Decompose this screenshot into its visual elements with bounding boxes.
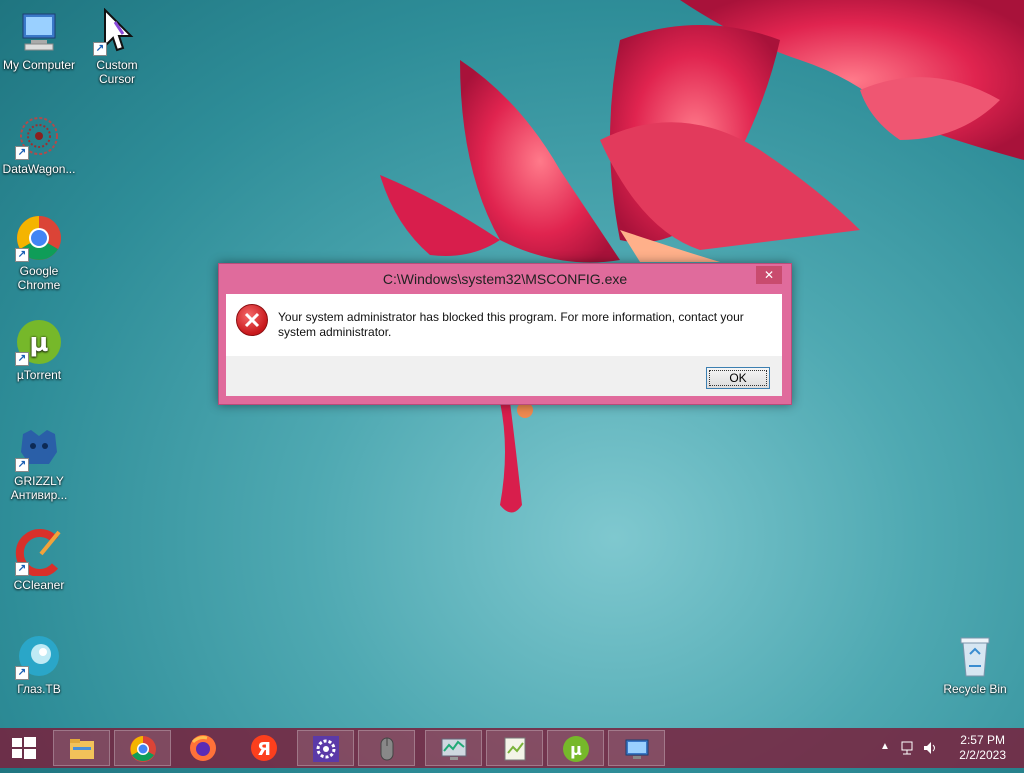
dialog-titlebar[interactable]: C:\Windows\system32\MSCONFIG.exe ✕ bbox=[219, 264, 791, 294]
settings-gear-icon bbox=[313, 736, 339, 762]
taskbar-remote-desktop[interactable] bbox=[608, 730, 665, 766]
computer-icon bbox=[15, 8, 63, 56]
taskbar-firefox[interactable] bbox=[175, 730, 232, 766]
shortcut-arrow-icon: ↗ bbox=[15, 248, 29, 262]
chrome-icon bbox=[130, 736, 156, 762]
taskbar-system-monitor[interactable] bbox=[425, 730, 482, 766]
desktop-icon-ccleaner[interactable]: ↗ CCleaner bbox=[0, 528, 78, 592]
desktop-icon-label: Recycle Bin bbox=[943, 682, 1007, 696]
desktop-icon-utorrent[interactable]: µ ↗ µTorrent bbox=[0, 318, 78, 382]
desktop-icon-custom-cursor[interactable]: ↗ Custom Cursor bbox=[78, 7, 156, 86]
shortcut-arrow-icon: ↗ bbox=[15, 562, 29, 576]
error-icon bbox=[236, 304, 268, 336]
taskbar: Я µ ▲ 2:57 PM 2/2/2023 bbox=[0, 728, 1024, 768]
taskbar-mouse[interactable] bbox=[358, 730, 415, 766]
file-explorer-icon bbox=[70, 739, 94, 759]
yandex-icon: Я bbox=[251, 735, 277, 761]
svg-text:µ: µ bbox=[29, 328, 48, 358]
desktop-icon-label: µTorrent bbox=[16, 368, 62, 382]
clock-time: 2:57 PM bbox=[960, 733, 1005, 747]
glaz-tv-icon: ↗ bbox=[15, 632, 63, 680]
recycle-bin-icon bbox=[951, 632, 999, 680]
grizzly-icon: ↗ bbox=[15, 424, 63, 472]
taskbar-notepad-plus[interactable] bbox=[486, 730, 543, 766]
datawagon-icon: ↗ bbox=[15, 112, 63, 160]
utorrent-icon: µ bbox=[563, 736, 589, 762]
shortcut-arrow-icon: ↗ bbox=[15, 458, 29, 472]
system-tray: ▲ 2:57 PM 2/2/2023 bbox=[864, 728, 1024, 768]
desktop-icon-glaz-tv[interactable]: ↗ Глаз.ТВ bbox=[0, 632, 78, 696]
chrome-icon: ↗ bbox=[15, 214, 63, 262]
notepad-plus-icon bbox=[504, 737, 526, 761]
firefox-icon bbox=[190, 735, 216, 761]
desktop-icon-label: My Computer bbox=[2, 58, 76, 72]
svg-text:µ: µ bbox=[570, 740, 582, 759]
windows-logo-icon bbox=[12, 737, 36, 759]
mouse-icon bbox=[380, 737, 394, 761]
desktop-icon-my-computer[interactable]: My Computer bbox=[0, 8, 78, 72]
ccleaner-icon: ↗ bbox=[15, 528, 63, 577]
taskbar-yandex[interactable]: Я bbox=[236, 730, 293, 766]
cursor-icon: ↗ bbox=[93, 7, 141, 56]
taskbar-file-explorer[interactable] bbox=[53, 730, 110, 766]
show-hidden-icons-icon[interactable]: ▲ bbox=[880, 741, 890, 752]
volume-icon[interactable] bbox=[922, 740, 938, 756]
desktop-icon-label: CCleaner bbox=[13, 578, 65, 592]
svg-text:Я: Я bbox=[257, 739, 271, 760]
shortcut-arrow-icon: ↗ bbox=[15, 666, 29, 680]
dialog-title: C:\Windows\system32\MSCONFIG.exe bbox=[382, 271, 628, 287]
shortcut-arrow-icon: ↗ bbox=[15, 352, 29, 366]
close-button[interactable]: ✕ bbox=[756, 266, 782, 284]
desktop-icon-label: Глаз.ТВ bbox=[17, 682, 61, 696]
system-monitor-icon bbox=[441, 738, 467, 760]
clock-date: 2/2/2023 bbox=[959, 748, 1006, 762]
desktop-icon-grizzly[interactable]: ↗ GRIZZLY Антивир... bbox=[0, 424, 78, 502]
taskbar-chrome[interactable] bbox=[114, 730, 171, 766]
clock[interactable]: 2:57 PM 2/2/2023 bbox=[959, 733, 1006, 763]
desktop-icon-google-chrome[interactable]: ↗ Google Chrome bbox=[0, 214, 78, 292]
desktop-icon-label: GRIZZLY Антивир... bbox=[10, 474, 68, 502]
shortcut-arrow-icon: ↗ bbox=[15, 146, 29, 160]
remote-desktop-icon bbox=[625, 739, 649, 759]
taskbar-settings[interactable] bbox=[297, 730, 354, 766]
desktop-icon-datawagon[interactable]: ↗ DataWagon... bbox=[0, 112, 78, 176]
desktop-icon-label: DataWagon... bbox=[2, 162, 76, 176]
desktop-icon-recycle-bin[interactable]: Recycle Bin bbox=[936, 632, 1014, 696]
error-dialog: C:\Windows\system32\MSCONFIG.exe ✕ Your … bbox=[218, 263, 792, 405]
ok-button[interactable]: OK bbox=[706, 367, 770, 389]
shortcut-arrow-icon: ↗ bbox=[93, 42, 107, 56]
desktop-icon-label: Custom Cursor bbox=[96, 58, 138, 86]
taskbar-utorrent[interactable]: µ bbox=[547, 730, 604, 766]
start-button[interactable] bbox=[0, 728, 48, 768]
utorrent-icon: µ ↗ bbox=[15, 318, 63, 366]
dialog-footer: OK bbox=[226, 356, 782, 396]
network-icon[interactable] bbox=[900, 740, 916, 756]
dialog-message: Your system administrator has blocked th… bbox=[278, 310, 744, 339]
dialog-body: Your system administrator has blocked th… bbox=[226, 294, 782, 356]
desktop-icon-label: Google Chrome bbox=[17, 264, 61, 292]
